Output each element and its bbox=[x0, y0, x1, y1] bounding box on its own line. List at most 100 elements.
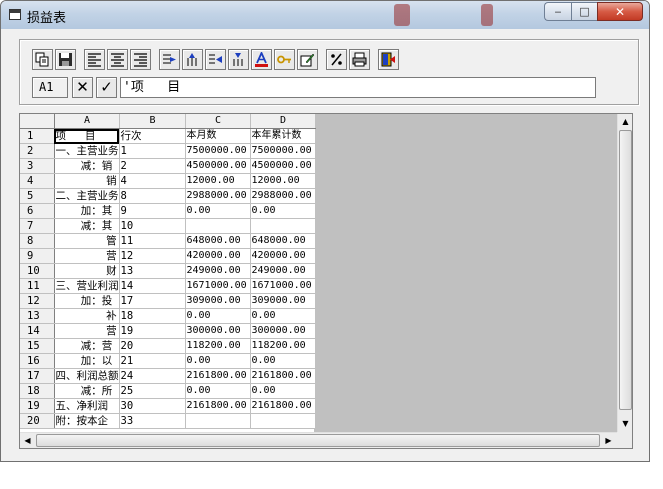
cell-c[interactable]: 0.00 bbox=[185, 308, 251, 324]
cell-c[interactable]: 2161800.00 bbox=[185, 398, 251, 414]
insert-row-icon[interactable] bbox=[182, 49, 203, 70]
cell-a[interactable]: 三、营业利润 bbox=[54, 278, 120, 294]
cell-a[interactable]: 四、利润总额 bbox=[54, 368, 120, 384]
cell-a[interactable]: 补 bbox=[54, 308, 120, 324]
cell-c[interactable]: 0.00 bbox=[185, 353, 251, 369]
cell-a[interactable]: 管 bbox=[54, 233, 120, 249]
vertical-scroll-thumb[interactable] bbox=[619, 130, 632, 410]
cell-c[interactable]: 本月数 bbox=[185, 128, 251, 144]
scroll-up-icon[interactable]: ▲ bbox=[618, 114, 632, 129]
cell-b[interactable]: 4 bbox=[119, 173, 186, 189]
cell-d[interactable]: 2988000.00 bbox=[250, 188, 316, 204]
cell-a[interactable]: 二、主营业务 bbox=[54, 188, 120, 204]
cell-a[interactable]: 减：营 bbox=[54, 338, 120, 354]
cell-d[interactable]: 118200.00 bbox=[250, 338, 316, 354]
column-header-a[interactable]: A bbox=[54, 114, 120, 129]
cell-b[interactable]: 24 bbox=[119, 368, 186, 384]
maximize-button[interactable]: □ bbox=[571, 2, 597, 21]
font-color-icon[interactable] bbox=[251, 49, 272, 70]
cell-a[interactable]: 一、主营业务 bbox=[54, 143, 120, 159]
scroll-right-icon[interactable]: ▶ bbox=[601, 433, 616, 448]
cell-d[interactable]: 1671000.00 bbox=[250, 278, 316, 294]
print-icon[interactable] bbox=[349, 49, 370, 70]
cell-d[interactable] bbox=[250, 218, 316, 234]
cell-c[interactable]: 12000.00 bbox=[185, 173, 251, 189]
cell-b[interactable]: 20 bbox=[119, 338, 186, 354]
row-header[interactable]: 7 bbox=[20, 218, 55, 234]
delete-column-icon[interactable] bbox=[205, 49, 226, 70]
row-header[interactable]: 8 bbox=[20, 233, 55, 249]
cell-c[interactable]: 7500000.00 bbox=[185, 143, 251, 159]
cell-c[interactable]: 300000.00 bbox=[185, 323, 251, 339]
cell-c[interactable]: 1671000.00 bbox=[185, 278, 251, 294]
cell-a[interactable]: 减：销 bbox=[54, 158, 120, 174]
cell-a[interactable]: 财 bbox=[54, 263, 120, 279]
row-header[interactable]: 18 bbox=[20, 383, 55, 399]
cell-a[interactable]: 附：按本企 bbox=[54, 413, 120, 429]
cell-b[interactable]: 21 bbox=[119, 353, 186, 369]
cell-b[interactable]: 19 bbox=[119, 323, 186, 339]
cell-d[interactable]: 648000.00 bbox=[250, 233, 316, 249]
cell-d[interactable]: 0.00 bbox=[250, 308, 316, 324]
cell-b[interactable]: 11 bbox=[119, 233, 186, 249]
scroll-down-icon[interactable]: ▼ bbox=[618, 416, 632, 431]
cell-d[interactable]: 4500000.00 bbox=[250, 158, 316, 174]
row-header[interactable]: 19 bbox=[20, 398, 55, 414]
cancel-edit-button[interactable]: ✕ bbox=[72, 76, 93, 98]
cell-d[interactable]: 2161800.00 bbox=[250, 368, 316, 384]
column-header-b[interactable]: B bbox=[119, 114, 186, 129]
cell-d[interactable]: 2161800.00 bbox=[250, 398, 316, 414]
cell-d[interactable]: 0.00 bbox=[250, 203, 316, 219]
cell-a[interactable]: 销 bbox=[54, 173, 120, 189]
cell-b[interactable]: 行次 bbox=[119, 128, 186, 144]
cell-b[interactable]: 12 bbox=[119, 248, 186, 264]
cell-c[interactable]: 648000.00 bbox=[185, 233, 251, 249]
row-header[interactable]: 2 bbox=[20, 143, 55, 159]
cell-a[interactable]: 营 bbox=[54, 248, 120, 264]
column-header-d[interactable]: D bbox=[250, 114, 316, 129]
cell-c[interactable]: 0.00 bbox=[185, 383, 251, 399]
cell-d[interactable]: 7500000.00 bbox=[250, 143, 316, 159]
row-header[interactable]: 15 bbox=[20, 338, 55, 354]
cell-d[interactable]: 300000.00 bbox=[250, 323, 316, 339]
cell-d[interactable]: 0.00 bbox=[250, 353, 316, 369]
title-bar[interactable]: 损益表 ‒ □ ✕ bbox=[1, 1, 649, 29]
cell-b[interactable]: 9 bbox=[119, 203, 186, 219]
cell-a[interactable]: 营 bbox=[54, 323, 120, 339]
cell-b[interactable]: 8 bbox=[119, 188, 186, 204]
cell-d[interactable]: 0.00 bbox=[250, 383, 316, 399]
cell-b[interactable]: 30 bbox=[119, 398, 186, 414]
horizontal-scroll-thumb[interactable] bbox=[36, 434, 600, 447]
column-header-c[interactable]: C bbox=[185, 114, 251, 129]
corner-header[interactable] bbox=[20, 114, 55, 129]
row-header[interactable]: 13 bbox=[20, 308, 55, 324]
confirm-edit-button[interactable]: ✓ bbox=[96, 76, 117, 98]
row-header[interactable]: 20 bbox=[20, 413, 55, 429]
save-icon[interactable] bbox=[55, 49, 76, 70]
cell-c[interactable]: 420000.00 bbox=[185, 248, 251, 264]
cell-a[interactable]: 五、净利润 bbox=[54, 398, 120, 414]
cell-c[interactable]: 118200.00 bbox=[185, 338, 251, 354]
edit-icon[interactable] bbox=[297, 49, 318, 70]
cell-a[interactable]: 加：投 bbox=[54, 293, 120, 309]
scroll-left-icon[interactable]: ◀ bbox=[20, 433, 35, 448]
exit-icon[interactable] bbox=[378, 49, 399, 70]
align-center-icon[interactable] bbox=[107, 49, 128, 70]
cell-b[interactable]: 33 bbox=[119, 413, 186, 429]
align-right-icon[interactable] bbox=[130, 49, 151, 70]
formula-input[interactable]: '项 目 bbox=[120, 76, 596, 98]
cell-b[interactable]: 2 bbox=[119, 158, 186, 174]
cell-c[interactable]: 249000.00 bbox=[185, 263, 251, 279]
row-header[interactable]: 17 bbox=[20, 368, 55, 384]
row-header[interactable]: 6 bbox=[20, 203, 55, 219]
delete-row-icon[interactable] bbox=[228, 49, 249, 70]
row-header[interactable]: 1 bbox=[20, 128, 55, 144]
cell-c[interactable]: 2161800.00 bbox=[185, 368, 251, 384]
minimize-button[interactable]: ‒ bbox=[544, 2, 571, 21]
copy-icon[interactable] bbox=[32, 49, 53, 70]
cell-b[interactable]: 10 bbox=[119, 218, 186, 234]
cell-d[interactable]: 12000.00 bbox=[250, 173, 316, 189]
row-header[interactable]: 4 bbox=[20, 173, 55, 189]
row-header[interactable]: 3 bbox=[20, 158, 55, 174]
cell-a[interactable]: 加：其 bbox=[54, 203, 120, 219]
